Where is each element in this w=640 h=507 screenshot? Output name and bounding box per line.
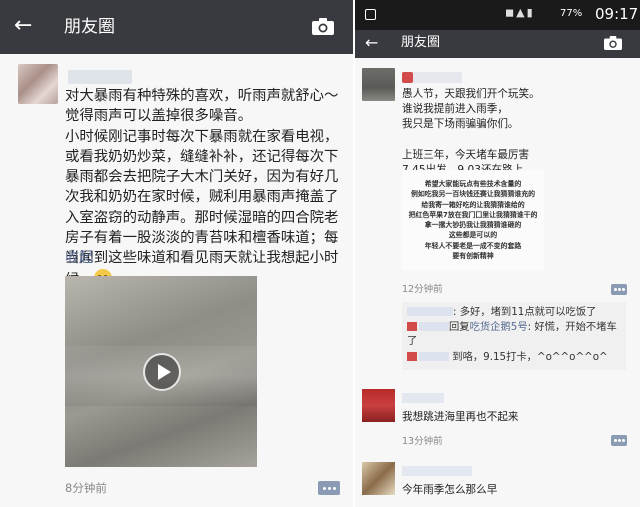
red-flag-icon	[407, 352, 417, 361]
moments-header-bar: ← 朋友圈	[355, 30, 640, 58]
author-avatar[interactable]	[18, 64, 58, 104]
comment-item[interactable]: 到咯，9.15打卡，^o^^o^^o^	[407, 350, 622, 364]
comment-icon[interactable]	[318, 481, 340, 495]
author-avatar[interactable]	[362, 68, 395, 101]
author-name-blurred[interactable]	[402, 393, 444, 403]
moments-header-bar: ← 朋友圈	[0, 0, 353, 54]
card-line: 这些都是可以的	[448, 231, 498, 240]
status-bar: ◼▲▮ 77% 09:17	[355, 0, 640, 30]
reply-target-name[interactable]: 吃货企鹅5号	[470, 321, 528, 333]
author-avatar[interactable]	[362, 389, 395, 422]
red-flag-icon	[402, 72, 413, 83]
page-title: 朋友圈	[64, 17, 115, 37]
author-avatar[interactable]	[362, 462, 395, 495]
post-text: 我想跳进海里再也不起来	[402, 411, 519, 423]
author-name-blurred[interactable]	[68, 70, 132, 84]
comment-item[interactable]: 回复吃货企鹅5号: 好慌，开始不堵车了	[407, 320, 622, 348]
card-line: 把红色苹果7放在我门囗里让我猜猜谁干的	[408, 210, 538, 219]
page-title: 朋友圈	[401, 35, 441, 50]
collapse-link[interactable]: 收起	[65, 247, 93, 267]
card-line: 年轻人不要老是一成不变的套路	[424, 241, 522, 250]
video-thumbnail[interactable]	[65, 276, 257, 467]
post-timestamp: 8分钟前	[65, 481, 107, 495]
post-text: 愚人节，天跟我们开个玩笑。 谁说我提前进入雨季， 我只是下场雨骗骗你们。 上班三…	[402, 88, 540, 176]
author-name-blurred[interactable]	[402, 72, 462, 83]
post-text: 今年雨季怎么那么早	[402, 484, 498, 496]
image-text-card[interactable]: 希望大家能玩点有些技术含量的 例如吃我另一百块钱还赛让我猜猜谁充的 给我寄一箱好…	[402, 170, 544, 270]
notification-icon	[365, 9, 376, 20]
post-timestamp: 12分钟前	[402, 284, 443, 295]
right-phone-screen: ◼▲▮ 77% 09:17 ← 朋友圈 愚人节，天跟我们开个玩笑。 谁说我提前进…	[355, 0, 640, 507]
card-line: 给我寄一箱好吃的让我猜猜谁给的	[421, 200, 525, 209]
play-icon[interactable]	[143, 353, 181, 391]
post-timestamp: 13分钟前	[402, 436, 443, 447]
card-line: 例如吃我另一百块钱还赛让我猜猜谁充的	[410, 190, 536, 199]
red-flag-icon	[407, 322, 417, 331]
comment-icon[interactable]	[611, 284, 627, 295]
camera-icon[interactable]	[604, 36, 622, 50]
back-arrow-icon[interactable]: ←	[14, 14, 32, 38]
commenter-name-blurred[interactable]	[419, 322, 449, 331]
comment-item[interactable]: : 多好，堵到11点就可以吃饭了	[407, 305, 622, 319]
card-line: 拿一摞大钞扔我让我猜猜谁砸的	[424, 221, 522, 230]
card-line: 要有创新精神	[452, 252, 494, 261]
post-text: 对大暴雨有种特殊的喜欢，听雨声就舒心～觉得雨声可以盖掉很多噪音。 小时候刚记事时…	[65, 86, 351, 290]
commenter-name-blurred[interactable]	[407, 307, 453, 316]
post-body: 对大暴雨有种特殊的喜欢，听雨声就舒心～觉得雨声可以盖掉很多噪音。 小时候刚记事时…	[65, 88, 339, 288]
card-line: 希望大家能玩点有些技术含量的	[424, 180, 522, 188]
status-clock: 09:17	[595, 5, 639, 23]
signal-wifi-icon: ◼▲▮	[505, 6, 535, 19]
comments-box: : 多好，堵到11点就可以吃饭了 回复吃货企鹅5号: 好慌，开始不堵车了 到咯，…	[402, 302, 626, 370]
author-name-blurred[interactable]	[402, 466, 472, 476]
screenshot-stage: ← 朋友圈 对大暴雨有种特殊的喜欢，听雨声就舒心～觉得雨声可以盖掉很多噪音。 小…	[0, 0, 640, 507]
left-phone-screen: ← 朋友圈 对大暴雨有种特殊的喜欢，听雨声就舒心～觉得雨声可以盖掉很多噪音。 小…	[0, 0, 353, 507]
back-arrow-icon[interactable]: ←	[365, 33, 378, 53]
comment-icon[interactable]	[611, 435, 627, 446]
camera-icon[interactable]	[312, 18, 334, 35]
battery-level: 77%	[560, 8, 583, 19]
commenter-name-blurred[interactable]	[419, 352, 449, 361]
